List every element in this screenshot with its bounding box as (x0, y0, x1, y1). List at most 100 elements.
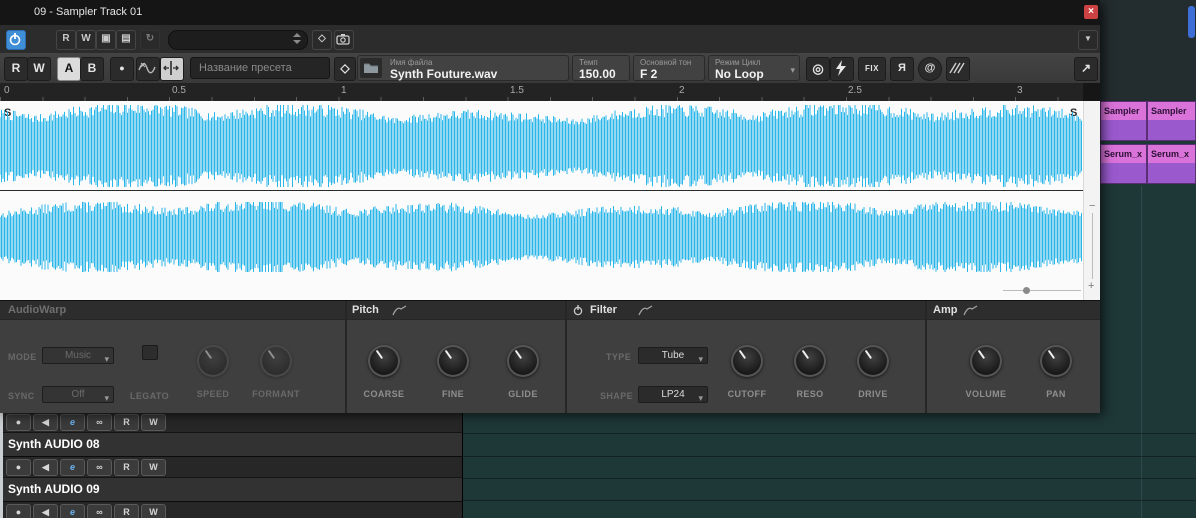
window-options-button[interactable]: ▼ (1078, 30, 1098, 50)
formant-knob[interactable] (260, 345, 292, 377)
clip-serum-2[interactable]: Serum_x (1147, 144, 1196, 184)
vertical-scrollbar[interactable] (1188, 6, 1195, 38)
vertical-zoom-slider[interactable] (1092, 213, 1093, 279)
chevron-down-icon: ▾ (104, 354, 109, 364)
sync-value: Off (71, 389, 85, 400)
ruler-tick: 1.5 (510, 85, 524, 96)
power-button[interactable] (6, 30, 26, 50)
root-key-box[interactable]: Основной тон F 2 (633, 55, 705, 81)
monitor-button[interactable]: ◀ (33, 414, 58, 431)
root-detect-button[interactable]: ◎ (806, 57, 830, 81)
clip-serum-1[interactable]: Serum_x (1100, 144, 1147, 184)
loop-mode-box[interactable]: Режим Цикл No Loop ▾ (708, 55, 800, 81)
read-automation-button[interactable]: R (56, 30, 76, 50)
knob-needle (725, 339, 770, 384)
volume-knob[interactable] (970, 345, 1002, 377)
preset-name-field[interactable]: Название пресета (190, 57, 330, 79)
cutoff-knob[interactable] (731, 345, 763, 377)
waveform-right-channel (0, 202, 1082, 272)
snapshot-camera-button[interactable] (334, 30, 354, 50)
knob-needle (191, 339, 236, 384)
clip-sampler-1[interactable]: Sampler (1100, 101, 1147, 141)
monitor-button[interactable]: ◀ (33, 459, 58, 476)
window-titlebar[interactable]: 09 - Sampler Track 01 × (0, 0, 1100, 25)
link-button[interactable]: ∞ (87, 459, 112, 476)
track-name-synth-audio-09[interactable]: Synth AUDIO 09 (0, 478, 462, 502)
preset-diamond-button[interactable]: ◇ (312, 30, 332, 50)
mode-dropdown[interactable]: Music ▾ (42, 347, 114, 364)
write-automation-button[interactable]: W (141, 414, 166, 431)
record-enable-button[interactable]: ● (6, 414, 31, 431)
read-automation-button[interactable]: R (114, 459, 139, 476)
slice-edit-button[interactable] (160, 57, 184, 81)
clip-sampler-2[interactable]: Sampler (1147, 101, 1196, 141)
knob-needle (964, 339, 1009, 384)
project-top-right-area (1100, 0, 1196, 102)
write-automation-button[interactable]: W (76, 30, 96, 50)
write-automation-button[interactable]: W (141, 504, 166, 518)
write-button[interactable]: W (27, 57, 51, 81)
legato-toggle[interactable] (142, 345, 158, 360)
glide-ramp-button[interactable] (946, 57, 970, 81)
monitor-button[interactable]: ◀ (33, 504, 58, 518)
zoom-in-button[interactable]: + (1088, 281, 1094, 292)
layer-a-button[interactable]: A (57, 57, 81, 81)
amp-modulation-icon[interactable] (963, 305, 979, 316)
pan-knob[interactable] (1040, 345, 1072, 377)
drive-knob[interactable] (857, 345, 889, 377)
record-enable-button[interactable]: ● (6, 504, 31, 518)
clip-label: Sampler (1101, 102, 1146, 120)
filter-shape-dropdown[interactable]: LP24 ▾ (638, 386, 708, 403)
preset-selector-dropdown[interactable] (168, 30, 308, 50)
glide-knob[interactable] (507, 345, 539, 377)
edit-channel-button[interactable]: e (60, 459, 85, 476)
ruler-tick: 0.5 (172, 85, 186, 96)
edit-channel-button[interactable]: e (60, 414, 85, 431)
link-button[interactable]: ∞ (87, 414, 112, 431)
waveform-zoom-strip: − + (1083, 101, 1100, 300)
waveform-display[interactable]: S S (0, 101, 1083, 300)
edit-channel-button[interactable]: e (60, 504, 85, 518)
layer-b-button[interactable]: B (80, 57, 104, 81)
free-warp-button[interactable] (136, 57, 160, 81)
link-button[interactable]: ∞ (87, 504, 112, 518)
fix-pitch-button[interactable]: FIX (858, 57, 886, 81)
root-key-value: F 2 (640, 67, 658, 81)
layout-grid-button[interactable]: ▣ (96, 30, 116, 50)
read-automation-button[interactable]: R (114, 504, 139, 518)
trigger-mode-button[interactable] (830, 57, 854, 81)
mono-mode-button[interactable]: @ (918, 57, 942, 81)
timeline-ruler[interactable]: 0 0.5 1 1.5 2 2.5 3 (0, 83, 1100, 102)
filter-modulation-icon[interactable] (638, 305, 654, 316)
waveform-left-channel (0, 105, 1082, 187)
track-name-synth-audio-08[interactable]: Synth AUDIO 08 (0, 433, 462, 457)
ruler-tick: 1 (341, 85, 347, 96)
filter-power-button[interactable] (572, 304, 584, 316)
close-button[interactable]: × (1084, 5, 1098, 19)
layout-lines-button[interactable]: ▤ (116, 30, 136, 50)
reso-knob[interactable] (794, 345, 826, 377)
filter-type-dropdown[interactable]: Tube ▾ (638, 347, 708, 364)
clip-body (1101, 120, 1146, 140)
read-automation-button[interactable]: R (114, 414, 139, 431)
fine-knob[interactable] (437, 345, 469, 377)
open-file-button[interactable] (360, 58, 382, 78)
preset-spinner[interactable] (293, 33, 301, 47)
formant-knob-label: FORMANT (252, 389, 300, 399)
pitch-modulation-icon[interactable] (392, 305, 408, 316)
zoom-out-button[interactable]: − (1089, 201, 1095, 212)
ruler-tick: 3 (1017, 85, 1023, 96)
speed-knob[interactable] (197, 345, 229, 377)
refresh-button[interactable]: ↻ (140, 30, 160, 50)
tempo-box[interactable]: Темп 150.00 (572, 55, 630, 81)
record-enable-button[interactable]: ● (6, 459, 31, 476)
preset-tag-button[interactable]: ◇ (334, 57, 356, 81)
coarse-knob[interactable] (368, 345, 400, 377)
track-controls-row: ● ◀ e ∞ R W (0, 502, 462, 518)
write-automation-button[interactable]: W (141, 459, 166, 476)
read-button[interactable]: R (4, 57, 28, 81)
sync-dropdown[interactable]: Off ▾ (42, 386, 114, 403)
expand-editor-button[interactable]: ↗ (1074, 57, 1098, 81)
record-sample-button[interactable]: ● (110, 57, 134, 81)
reverse-button[interactable]: Я (890, 57, 914, 81)
